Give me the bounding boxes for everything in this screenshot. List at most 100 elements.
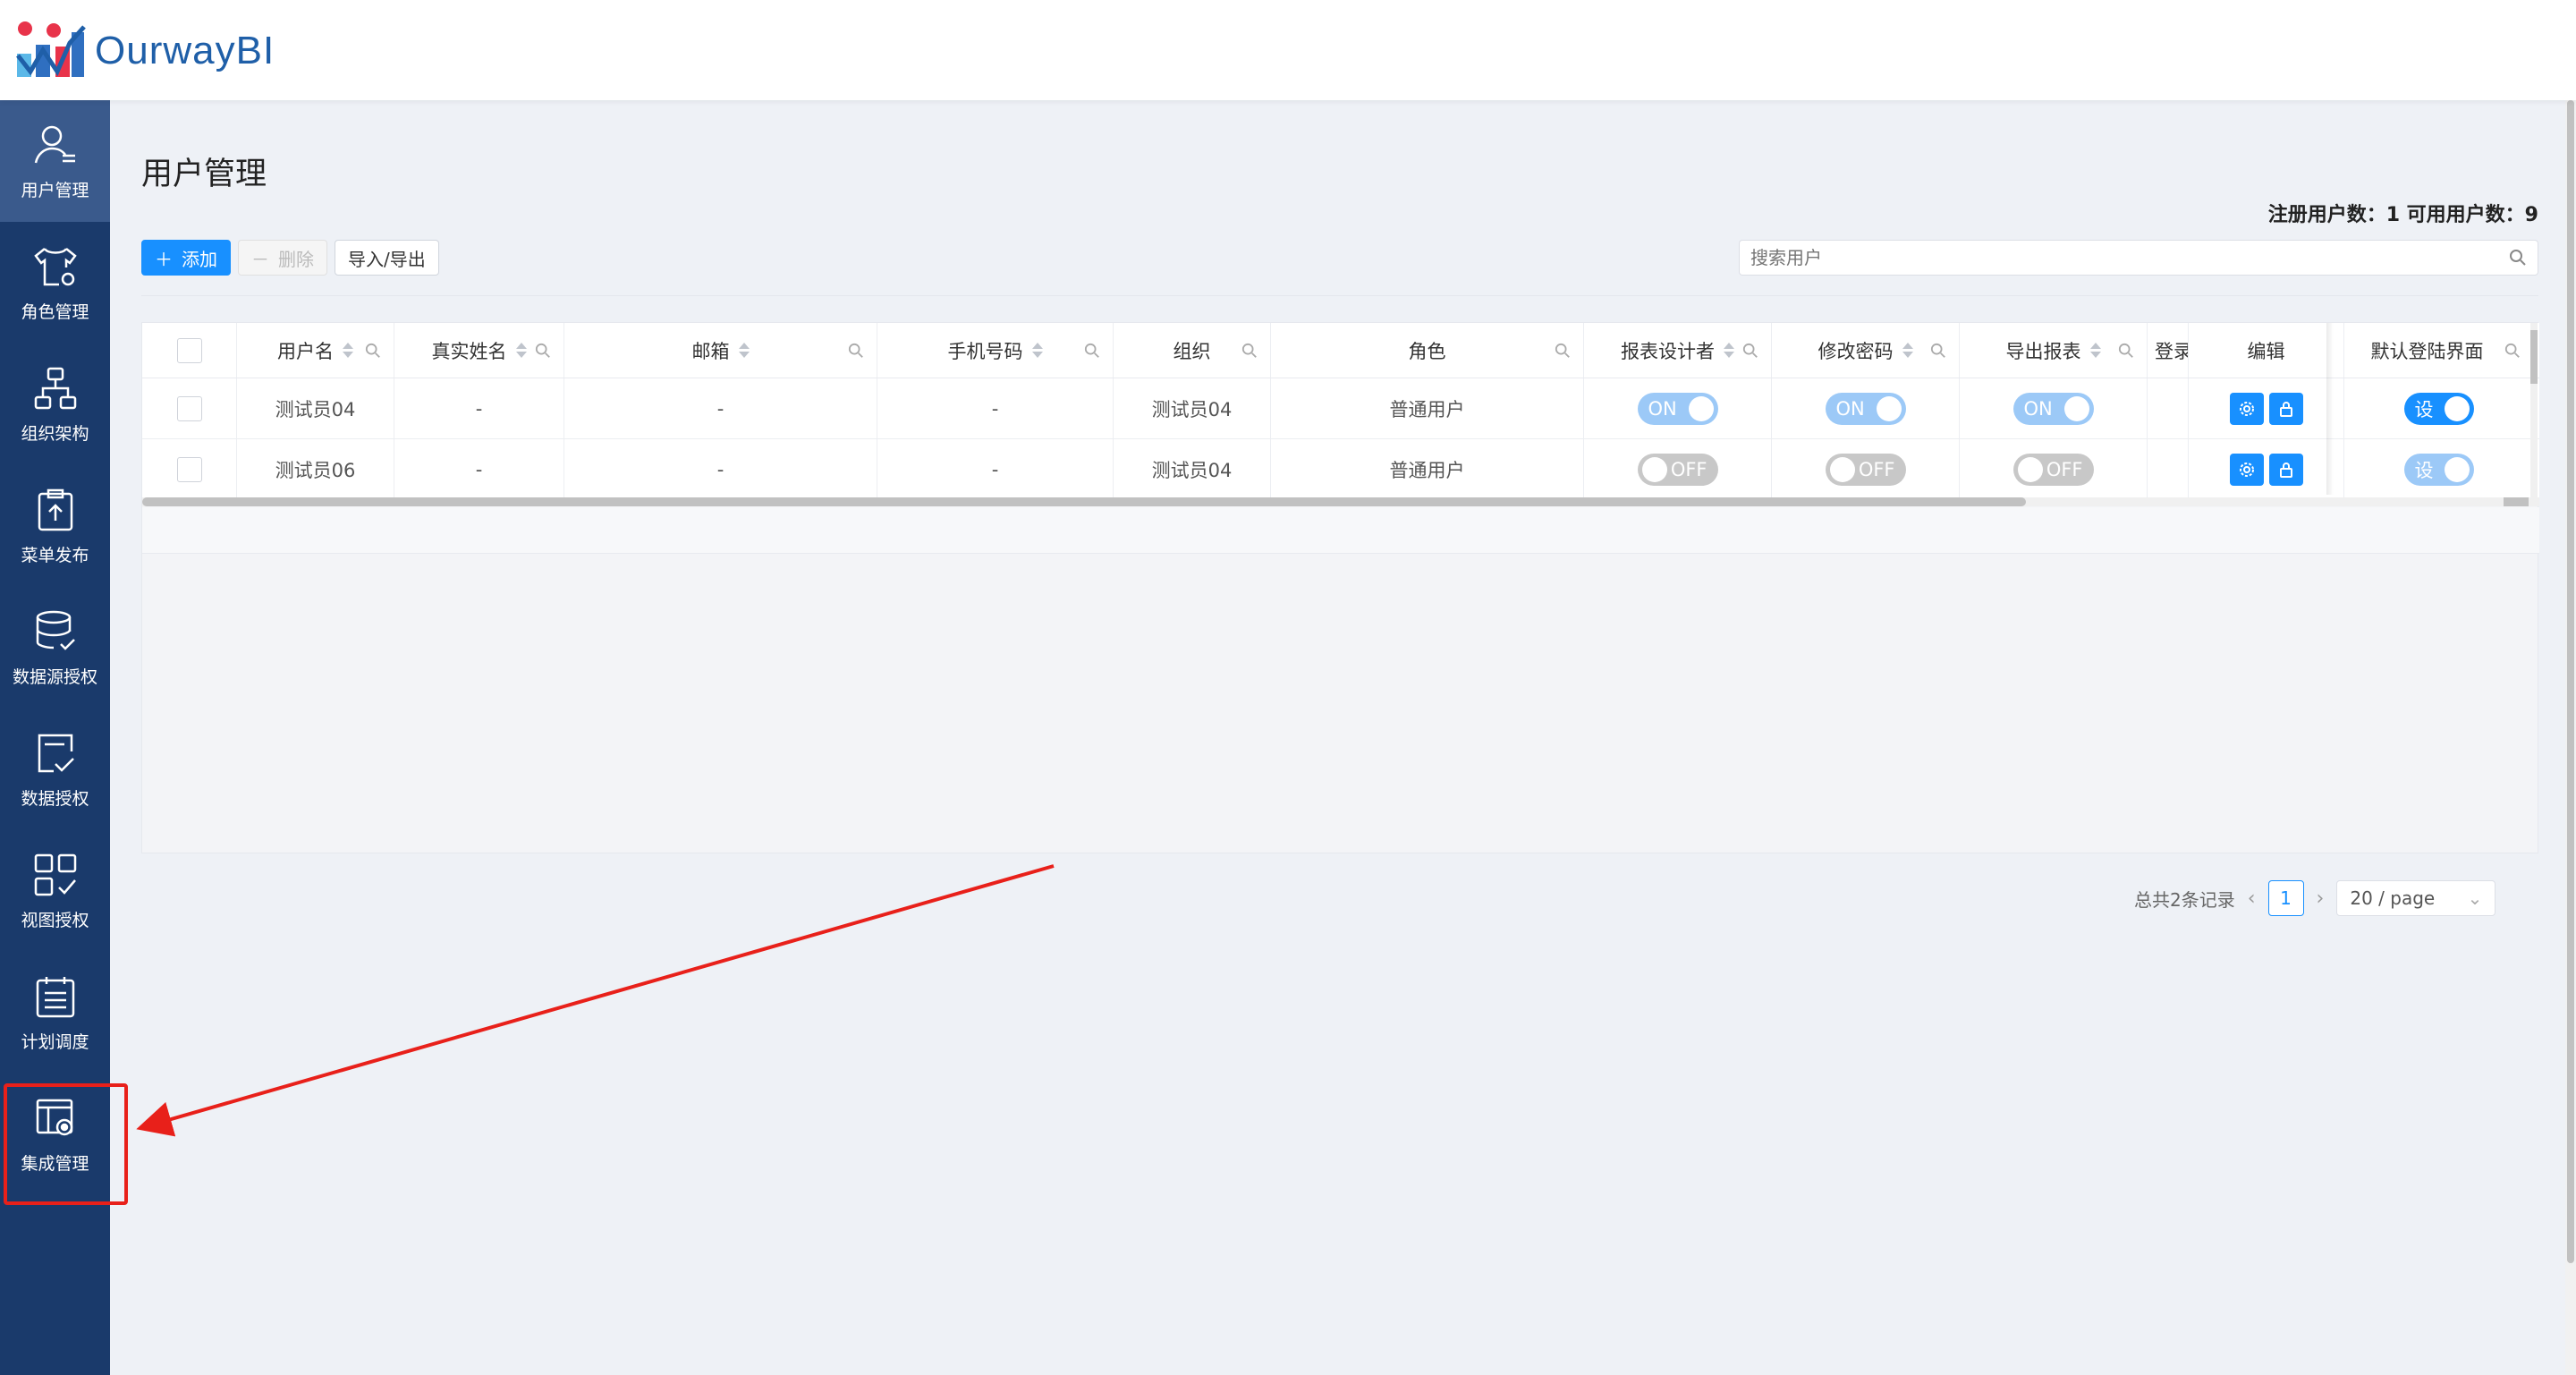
- import-export-button[interactable]: 导入/导出: [335, 240, 439, 276]
- designer-toggle[interactable]: OFF: [1637, 453, 1718, 486]
- designer-cell: ON: [1584, 378, 1772, 438]
- divider: [141, 295, 2538, 296]
- designer-toggle[interactable]: ON: [1637, 392, 1718, 425]
- change-password-cell: ON: [1772, 378, 1960, 438]
- column-header[interactable]: 角色: [1271, 323, 1584, 378]
- page-number[interactable]: 1: [2267, 880, 2304, 916]
- sidebar-item-label: 数据源授权: [12, 666, 97, 687]
- page-scrollbar[interactable]: [2565, 100, 2576, 1375]
- search-icon[interactable]: [1555, 343, 1571, 359]
- settings-button[interactable]: [2229, 453, 2264, 486]
- sidebar-item-datasource-auth[interactable]: 数据源授权: [0, 587, 110, 709]
- sidebar-item-role-management[interactable]: 角色管理: [0, 222, 110, 344]
- column-header[interactable]: 真实姓名: [394, 323, 564, 378]
- search-icon[interactable]: [1930, 343, 1946, 359]
- real-name-cell: -: [394, 378, 564, 438]
- logo-text: OurwayBI: [95, 29, 275, 72]
- column-header[interactable]: 报表设计者: [1584, 323, 1772, 378]
- sort-icon[interactable]: [343, 343, 353, 358]
- column-header[interactable]: 手机号码: [877, 323, 1114, 378]
- toggle-label: OFF: [1670, 458, 1707, 480]
- column-header[interactable]: 组织: [1114, 323, 1271, 378]
- username-cell: 测试员06: [237, 439, 394, 499]
- select-all-checkbox[interactable]: [176, 337, 202, 363]
- table-row[interactable]: 测试员06 - - - 测试员04 普通用户 OFF OFF OFF 设: [142, 439, 2539, 500]
- column-header[interactable]: 用户名: [237, 323, 394, 378]
- scrollbar-thumb[interactable]: [2530, 330, 2538, 384]
- vertical-scrollbar[interactable]: [2530, 323, 2538, 502]
- sort-icon[interactable]: [2089, 343, 2101, 358]
- delete-button[interactable]: － 删除: [238, 240, 327, 276]
- column-header[interactable]: 登录: [2148, 323, 2189, 378]
- org-chart-icon: [34, 367, 76, 409]
- table-header: 用户名 真实姓名 邮箱 手机号码 组织 角色 报表设计者 修改密码 导出报表 登…: [142, 323, 2539, 378]
- scrollbar-thumb[interactable]: [142, 497, 2026, 506]
- export-toggle[interactable]: OFF: [2012, 453, 2094, 486]
- search-icon[interactable]: [2509, 249, 2527, 267]
- export-cell: OFF: [1960, 439, 2148, 499]
- scrollbar-thumb[interactable]: [2567, 100, 2574, 1263]
- app-logo[interactable]: OurwayBI: [14, 20, 275, 82]
- default-login-cell: 设: [2344, 439, 2534, 499]
- sidebar-item-view-auth[interactable]: 视图授权: [0, 830, 110, 952]
- search-box[interactable]: [1739, 240, 2538, 276]
- search-icon[interactable]: [2504, 343, 2521, 359]
- column-header[interactable]: 导出报表: [1960, 323, 2148, 378]
- next-page-icon[interactable]: ›: [2317, 887, 2325, 910]
- user-table: 用户名 真实姓名 邮箱 手机号码 组织 角色 报表设计者 修改密码 导出报表 登…: [141, 322, 2539, 853]
- export-toggle[interactable]: ON: [2012, 392, 2094, 425]
- chevron-down-icon: ⌄: [2467, 887, 2483, 909]
- search-icon[interactable]: [1742, 343, 1758, 359]
- sidebar-item-data-auth[interactable]: 数据授权: [0, 709, 110, 830]
- default-login-toggle[interactable]: 设: [2403, 453, 2474, 486]
- chart-check-icon: [38, 734, 74, 772]
- column-title: 角色: [1408, 340, 1446, 362]
- username-cell: 测试员04: [237, 378, 394, 438]
- phone-cell: -: [877, 378, 1114, 438]
- scrollbar-thumb-fixed[interactable]: [2504, 497, 2529, 506]
- search-icon[interactable]: [848, 343, 864, 359]
- column-header[interactable]: 默认登陆界面: [2344, 323, 2534, 378]
- table-row[interactable]: 测试员04 - - - 测试员04 普通用户 ON ON ON 设: [142, 378, 2539, 439]
- change-password-toggle[interactable]: ON: [1825, 392, 1906, 425]
- lock-button[interactable]: [2268, 392, 2303, 425]
- search-icon[interactable]: [1241, 343, 1258, 359]
- highlight-box: [4, 1083, 128, 1205]
- search-input[interactable]: [1750, 247, 2509, 268]
- page-title: 用户管理: [141, 157, 267, 192]
- column-header[interactable]: 修改密码: [1772, 323, 1960, 378]
- add-button[interactable]: ＋ 添加: [141, 240, 231, 276]
- sort-icon[interactable]: [515, 343, 527, 358]
- page-size-value: 20 / page: [2350, 887, 2436, 909]
- search-icon[interactable]: [365, 343, 381, 359]
- prev-page-icon[interactable]: ‹: [2248, 887, 2256, 910]
- toggle-label: ON: [1835, 397, 1865, 420]
- pagination: 总共2条记录 ‹ 1 › 20 / page ⌄: [2134, 880, 2496, 916]
- clipboard-upload-icon: [38, 488, 72, 530]
- sidebar-item-menu-publish[interactable]: 菜单发布: [0, 465, 110, 587]
- export-cell: ON: [1960, 378, 2148, 438]
- search-icon[interactable]: [1084, 343, 1100, 359]
- ourwaybi-logo-icon: [16, 21, 86, 77]
- change-password-toggle[interactable]: OFF: [1825, 453, 1906, 486]
- sort-icon[interactable]: [738, 343, 750, 358]
- user-stats: 注册用户数：1 可用用户数：9: [2267, 204, 2538, 226]
- search-icon[interactable]: [535, 343, 551, 359]
- real-name-cell: -: [394, 439, 564, 499]
- search-icon[interactable]: [2118, 343, 2134, 359]
- sidebar-item-schedule[interactable]: 计划调度: [0, 952, 110, 1074]
- row-checkbox[interactable]: [176, 456, 202, 482]
- settings-button[interactable]: [2229, 392, 2264, 425]
- column-header[interactable]: 邮箱: [564, 323, 877, 378]
- horizontal-scrollbar[interactable]: [142, 497, 2539, 506]
- sidebar-item-org-structure[interactable]: 组织架构: [0, 344, 110, 465]
- lock-button[interactable]: [2268, 453, 2303, 486]
- sort-icon[interactable]: [1902, 343, 1913, 358]
- default-login-toggle[interactable]: 设: [2403, 392, 2474, 425]
- page-size-select[interactable]: 20 / page ⌄: [2336, 880, 2496, 916]
- sidebar-item-user-management[interactable]: 用户管理: [0, 100, 110, 222]
- sort-icon[interactable]: [1031, 343, 1043, 358]
- select-all-cell: [142, 323, 237, 378]
- sort-icon[interactable]: [1724, 343, 1734, 358]
- row-checkbox[interactable]: [176, 395, 202, 421]
